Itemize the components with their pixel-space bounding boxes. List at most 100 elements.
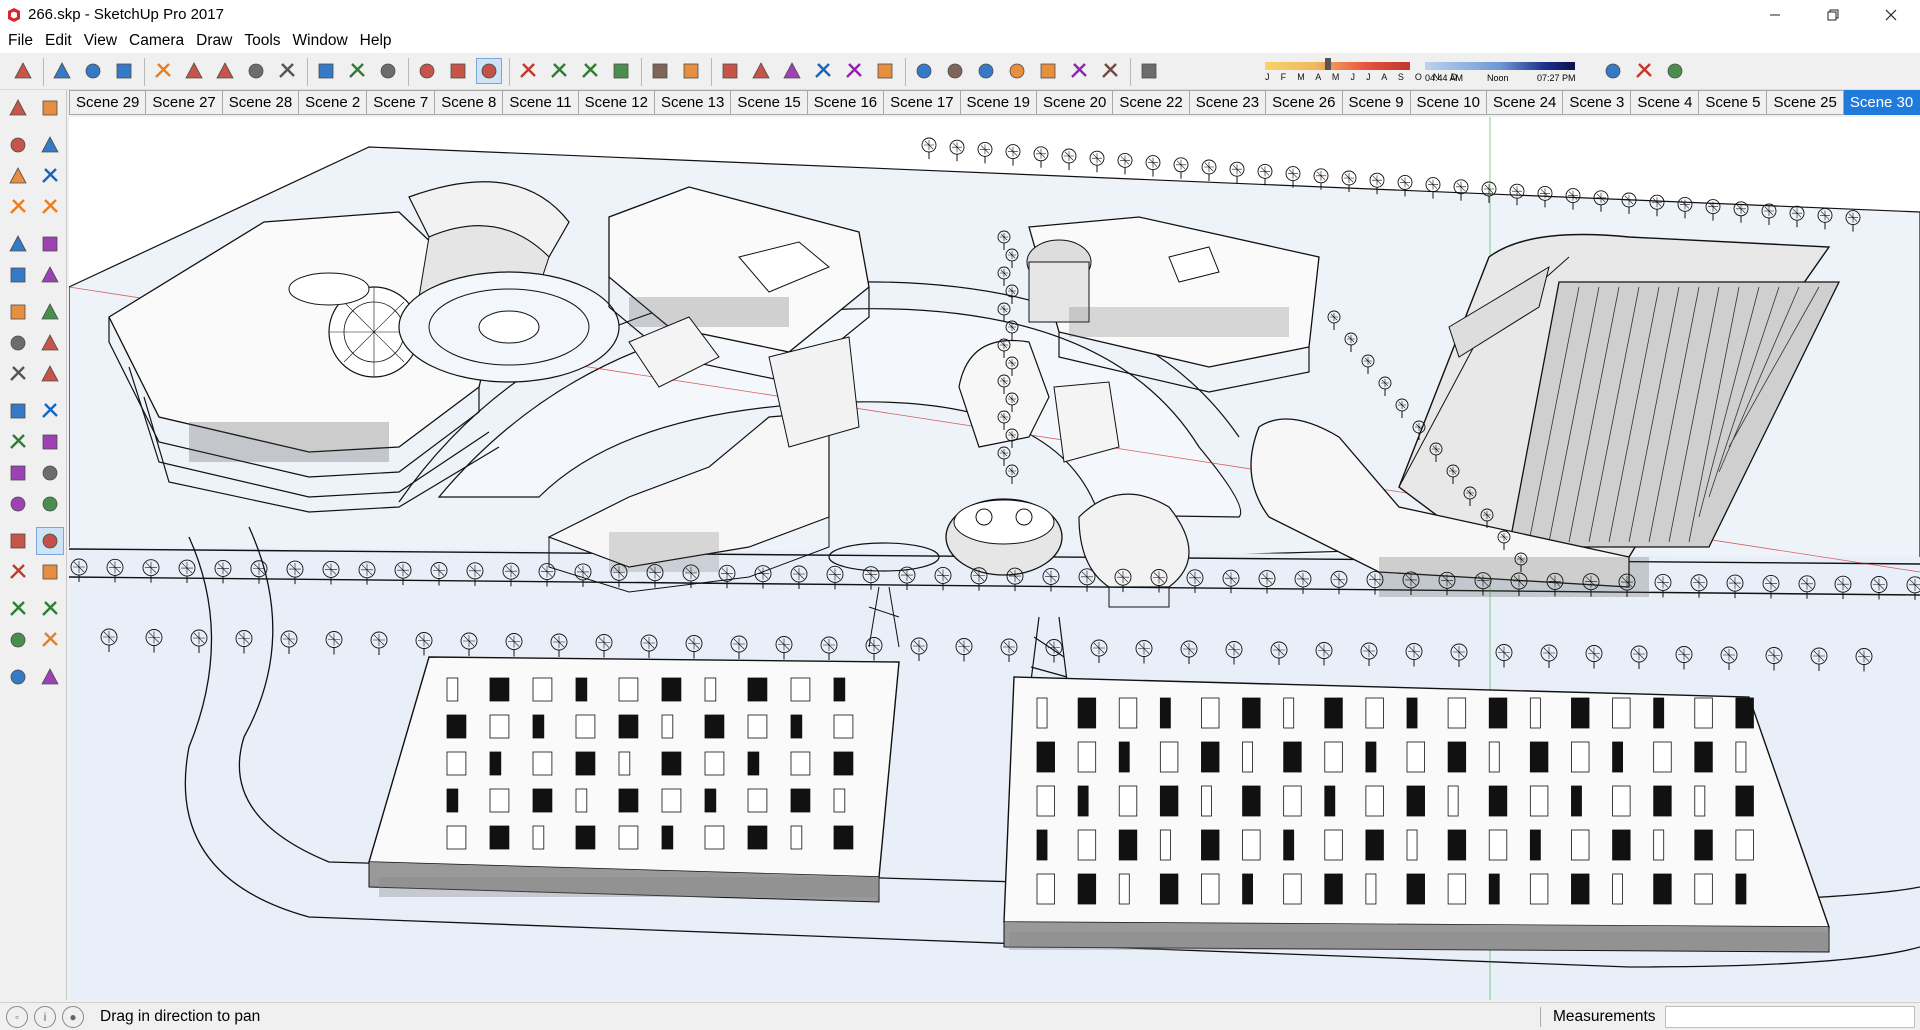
scene-tab[interactable]: Scene 19 xyxy=(960,90,1037,115)
sandbox-button[interactable] xyxy=(1631,58,1657,84)
menu-edit[interactable]: Edit xyxy=(39,29,78,53)
menu-help[interactable]: Help xyxy=(354,29,398,53)
position-camera-tool[interactable] xyxy=(4,626,32,654)
scene-tab[interactable]: Scene 22 xyxy=(1113,90,1190,115)
back-view-button[interactable] xyxy=(1066,58,1092,84)
model-viewport[interactable] xyxy=(69,117,1920,1000)
move-tool[interactable] xyxy=(4,329,32,357)
make-component-tool[interactable] xyxy=(36,94,64,122)
zoom-window-tool[interactable] xyxy=(36,558,64,586)
shadows-toggle-button[interactable] xyxy=(1136,58,1162,84)
select-button[interactable] xyxy=(10,58,36,84)
previous-view-tool[interactable] xyxy=(36,595,64,623)
scene-tab[interactable]: Scene 27 xyxy=(146,90,223,115)
scene-tab[interactable]: Scene 12 xyxy=(578,90,655,115)
scene-tab[interactable]: Scene 5 xyxy=(1699,90,1768,115)
paint-bucket-tool[interactable] xyxy=(4,131,32,159)
axes-tool[interactable] xyxy=(4,490,32,518)
minimize-button[interactable] xyxy=(1746,0,1804,29)
zoom-extents-tool[interactable] xyxy=(4,595,32,623)
tape-measure-tool[interactable] xyxy=(4,428,32,456)
select-tool[interactable] xyxy=(4,94,32,122)
add-location-button[interactable] xyxy=(1662,58,1688,84)
scene-tab[interactable]: Scene 13 xyxy=(654,90,732,115)
time-slider[interactable] xyxy=(1425,62,1575,70)
eraser-tool[interactable] xyxy=(36,131,64,159)
scene-tab[interactable]: Scene 30 xyxy=(1843,90,1920,115)
menu-file[interactable]: File xyxy=(2,29,39,53)
tape-measure-button[interactable] xyxy=(344,58,370,84)
follow-me-tool[interactable] xyxy=(36,360,64,388)
orbit-button[interactable] xyxy=(445,58,471,84)
arc-tool[interactable] xyxy=(4,261,32,289)
rotate-button[interactable] xyxy=(274,58,300,84)
menu-camera[interactable]: Camera xyxy=(123,29,190,53)
polygon-tool[interactable] xyxy=(36,230,64,258)
month-slider-handle[interactable] xyxy=(1325,58,1331,70)
scene-tab[interactable]: Scene 11 xyxy=(503,90,579,115)
scene-tab[interactable]: Scene 15 xyxy=(731,90,808,115)
scene-tab[interactable]: Scene 16 xyxy=(807,90,885,115)
freehand-tool[interactable] xyxy=(36,162,64,190)
warehouse-button[interactable] xyxy=(577,58,603,84)
walk-tool[interactable] xyxy=(4,663,32,691)
scene-tab[interactable]: Scene 23 xyxy=(1189,90,1267,115)
menu-window[interactable]: Window xyxy=(287,29,354,53)
scene-tab[interactable]: Scene 2 xyxy=(299,90,368,115)
hidden-line-button[interactable] xyxy=(810,58,836,84)
rectangle-button[interactable] xyxy=(150,58,176,84)
rotated-rectangle-tool[interactable] xyxy=(36,193,64,221)
scene-tab[interactable]: Scene 17 xyxy=(884,90,961,115)
close-button[interactable] xyxy=(1862,0,1920,29)
scene-tab[interactable]: Scene 25 xyxy=(1767,90,1844,115)
user-account-icon[interactable]: ● xyxy=(62,1005,84,1028)
pencil-button[interactable] xyxy=(80,58,106,84)
xray-button[interactable] xyxy=(717,58,743,84)
text-button[interactable] xyxy=(375,58,401,84)
zoom-tool[interactable] xyxy=(4,558,32,586)
geo-location-button[interactable] xyxy=(1600,58,1626,84)
ruby-button[interactable] xyxy=(678,58,704,84)
shaded-button[interactable] xyxy=(841,58,867,84)
rotate-tool[interactable] xyxy=(4,360,32,388)
layout-button[interactable] xyxy=(647,58,673,84)
geo-location-status-icon[interactable]: ◦ xyxy=(6,1005,28,1028)
scene-tab[interactable]: Scene 9 xyxy=(1342,90,1411,115)
wireframe-button[interactable] xyxy=(779,58,805,84)
top-view-button[interactable] xyxy=(973,58,999,84)
credits-icon[interactable]: i xyxy=(34,1005,56,1028)
scene-tab[interactable]: Scene 20 xyxy=(1036,90,1114,115)
scene-tab[interactable]: Scene 10 xyxy=(1410,90,1487,115)
restore-button[interactable] xyxy=(1804,0,1862,29)
menu-tools[interactable]: Tools xyxy=(238,29,286,53)
line-tool[interactable] xyxy=(4,162,32,190)
section-plane-tool[interactable] xyxy=(36,663,64,691)
push-pull-button[interactable] xyxy=(181,58,207,84)
push-pull-tool[interactable] xyxy=(36,329,64,357)
arc-button[interactable] xyxy=(111,58,137,84)
menu-view[interactable]: View xyxy=(78,29,123,53)
protractor-tool[interactable] xyxy=(4,459,32,487)
back-edges-button[interactable] xyxy=(748,58,774,84)
zoom-button[interactable] xyxy=(515,58,541,84)
iso-view-button[interactable] xyxy=(942,58,968,84)
scene-tab[interactable]: Scene 24 xyxy=(1486,90,1564,115)
rectangle-tool[interactable] xyxy=(4,193,32,221)
eraser-button[interactable] xyxy=(49,58,75,84)
3d-text-tool[interactable] xyxy=(36,490,64,518)
month-slider[interactable] xyxy=(1265,62,1410,70)
scene-tab[interactable]: Scene 7 xyxy=(367,90,436,115)
zoom-extents-button[interactable] xyxy=(546,58,572,84)
follow-me-button[interactable] xyxy=(212,58,238,84)
monochrome-button[interactable] xyxy=(911,58,937,84)
pie-tool[interactable] xyxy=(36,298,64,326)
scale-tool[interactable] xyxy=(4,397,32,425)
two-point-arc-tool[interactable] xyxy=(36,261,64,289)
paint-bucket-button[interactable] xyxy=(414,58,440,84)
measurements-input[interactable] xyxy=(1665,1006,1915,1028)
move-button[interactable] xyxy=(243,58,269,84)
three-point-arc-tool[interactable] xyxy=(4,298,32,326)
circle-tool[interactable] xyxy=(4,230,32,258)
look-around-tool[interactable] xyxy=(36,626,64,654)
scene-tab[interactable]: Scene 3 xyxy=(1563,90,1632,115)
